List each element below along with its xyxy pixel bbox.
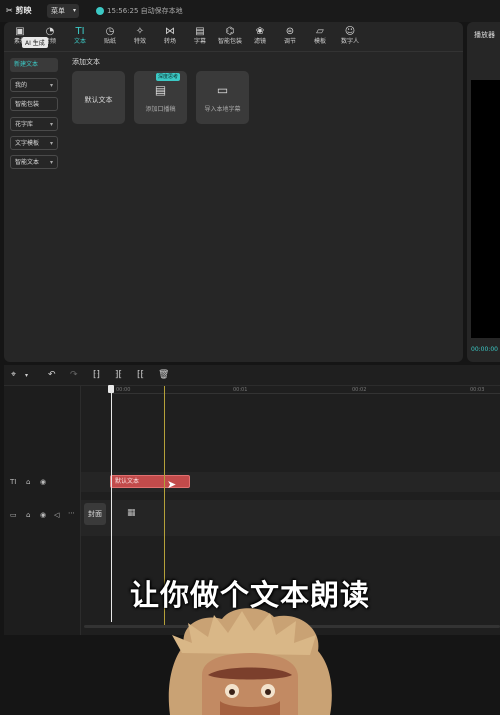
tab-label: 转场 [163, 38, 176, 45]
effects-icon: ✧ [135, 26, 145, 37]
text-clip[interactable]: 默认文本 [110, 475, 190, 488]
save-status-icon [96, 7, 104, 15]
tab-label: 滤镜 [253, 38, 266, 45]
save-status: 15:56:25 自动保存本地 [107, 7, 183, 15]
transition-icon: ⋈ [165, 26, 175, 37]
filter-icon: ❀ [255, 26, 265, 37]
sidebar-item-label: 我的 [15, 82, 28, 89]
lock-icon[interactable]: ⌂ [26, 478, 30, 486]
eye-icon[interactable]: ◉ [40, 511, 46, 519]
tooltip: AI 生成 [22, 37, 48, 48]
player-title: 播放器 [474, 31, 495, 39]
sidebar-item-label: 文字模板 [15, 140, 40, 147]
sidebar-item-label: 智能文本 [15, 159, 40, 166]
tab-transition[interactable]: ⋈ 转场 [155, 25, 185, 49]
menu-button[interactable]: 菜单 ▾ [47, 4, 79, 18]
tab-adjust[interactable]: ⊜ 调节 [275, 25, 305, 49]
player-time: 00:00:00 [471, 346, 498, 353]
sticker-icon: ◷ [105, 26, 115, 37]
playhead-handle[interactable] [108, 385, 114, 393]
sidebar-item-flower-text[interactable]: 花字库 ▾ [10, 117, 58, 131]
tab-label: 字幕 [193, 38, 206, 45]
chevron-down-icon[interactable]: ▾ [25, 372, 28, 379]
text-icon: TI [75, 26, 85, 37]
ruler-tick: 00:02 [352, 387, 367, 393]
chevron-down-icon: ▾ [49, 121, 53, 128]
tab-label: 模板 [313, 38, 326, 45]
split-icon[interactable]: ⁅⁆ [93, 370, 100, 380]
text-track-icon: TI [10, 478, 17, 486]
digital-human-icon: ☺ [344, 26, 356, 37]
video-track [81, 500, 500, 536]
card-label: 默认文本 [84, 96, 113, 104]
tab-label: 特效 [133, 38, 146, 45]
tab-text[interactable]: TI 文本 [65, 25, 95, 49]
tab-template[interactable]: ▱ 模板 [305, 25, 335, 49]
cover-button[interactable]: 封面 [84, 503, 106, 525]
time-ruler[interactable] [110, 393, 500, 394]
volume-icon[interactable]: ◁ [54, 511, 59, 519]
more-icon[interactable]: ⋯ [68, 509, 75, 517]
tab-subtitle[interactable]: ▤ 字幕 [185, 25, 215, 49]
folder-icon: ▭ [216, 83, 229, 97]
tab-effects[interactable]: ✧ 特效 [125, 25, 155, 49]
trim-right-icon[interactable]: ⁅⁅ [137, 370, 144, 380]
tab-label: 智能包装 [217, 38, 242, 45]
menu-label: 菜单 [51, 7, 65, 15]
sidebar-item-label: 花字库 [15, 121, 34, 128]
tab-label: 贴纸 [103, 38, 116, 45]
undo-icon[interactable]: ↶ [48, 370, 56, 380]
ruler-tick: 00:03 [470, 387, 485, 393]
player-screen[interactable] [471, 80, 500, 338]
sidebar-item-new-text[interactable]: 新建文本 [10, 58, 58, 72]
tab-label: 文本 [73, 38, 86, 45]
tab-label: 调节 [283, 38, 296, 45]
trim-left-icon[interactable]: ⁆⁅ [115, 370, 122, 380]
default-text-card[interactable]: 默认文本 [72, 71, 125, 124]
sidebar-item-mine[interactable]: 我的 ▾ [10, 78, 58, 92]
chevron-down-icon: ▾ [49, 159, 53, 166]
chevron-down-icon: ▾ [49, 82, 53, 89]
tab-smart-package[interactable]: ⌬ 智能包装 [215, 25, 245, 49]
sidebar-item-label: 新建文本 [14, 61, 39, 68]
ruler-tick: 00:01 [233, 387, 248, 393]
mouse-cursor-icon: ➤ [167, 478, 177, 491]
sidebar-item-label: 智能包装 [15, 101, 40, 108]
tab-sticker[interactable]: ◷ 贴纸 [95, 25, 125, 49]
import-subtitle-card[interactable]: ▭ 导入本地字幕 [196, 71, 249, 124]
app-logo: ✂ 剪映 [6, 5, 32, 16]
sidebar-item-smart-text[interactable]: 智能文本 ▾ [10, 155, 58, 169]
divider [4, 51, 463, 52]
eye-icon[interactable]: ◉ [40, 478, 46, 486]
delete-icon[interactable]: 🗑 [158, 370, 169, 380]
chevron-down-icon: ▾ [49, 140, 53, 147]
presenter-character [168, 608, 332, 715]
card-label: 添加口播稿 [145, 106, 176, 113]
film-icon: ▦ [127, 508, 136, 518]
document-icon: ▤ [154, 83, 167, 97]
deep-think-badge: 深度思考 [156, 73, 181, 81]
select-cursor-icon[interactable]: ⌖ [11, 370, 16, 380]
ruler-tick: 00:00 [116, 387, 131, 393]
smart-package-icon: ⌬ [225, 26, 235, 37]
redo-icon[interactable]: ↷ [70, 370, 78, 380]
capcut-logo-icon: ✂ [6, 6, 13, 15]
app-name: 剪映 [15, 6, 32, 15]
lock-icon[interactable]: ⌂ [26, 511, 30, 519]
video-track-icon: ▭ [10, 511, 17, 519]
tab-filter[interactable]: ❀ 滤镜 [245, 25, 275, 49]
sidebar-item-text-template[interactable]: 文字模板 ▾ [10, 136, 58, 150]
chevron-down-icon: ▾ [72, 7, 76, 14]
tab-digital-human[interactable]: ☺ 数字人 [335, 25, 365, 49]
card-label: 导入本地字幕 [204, 106, 241, 113]
adjust-icon: ⊜ [285, 26, 295, 37]
subtitle-icon: ▤ [195, 26, 205, 37]
sidebar-item-smart-package[interactable]: 智能包装 [10, 97, 58, 111]
tab-label: 数字人 [340, 38, 359, 45]
section-title: 添加文本 [72, 58, 100, 66]
template-icon: ▱ [316, 26, 324, 37]
